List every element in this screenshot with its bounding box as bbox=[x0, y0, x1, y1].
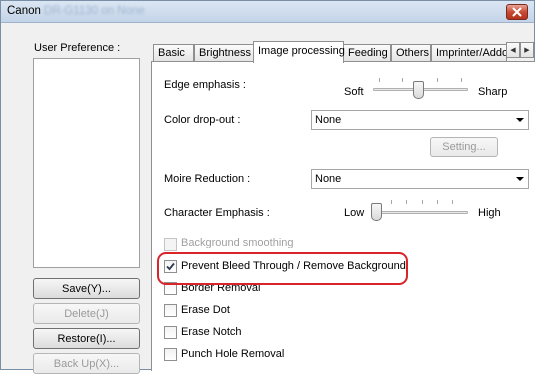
tab-image-processing[interactable]: Image processing bbox=[253, 41, 345, 63]
close-button[interactable] bbox=[506, 4, 528, 20]
character-emphasis-min-label: Low bbox=[344, 207, 365, 219]
erase-notch-checkbox[interactable] bbox=[164, 326, 177, 339]
window-title-prefix: Canon bbox=[7, 5, 41, 17]
character-emphasis-label: Character Emphasis : bbox=[164, 207, 270, 219]
window-title-blurred: DR-G1130 on None bbox=[43, 5, 145, 17]
tab-scroll: ◀ ▶ bbox=[506, 42, 535, 59]
tab-scroll-right-icon[interactable]: ▶ bbox=[520, 42, 534, 58]
character-emphasis-thumb[interactable] bbox=[371, 203, 382, 221]
background-smoothing-label: Background smoothing bbox=[181, 237, 294, 248]
edge-emphasis-max-label: Sharp bbox=[478, 86, 508, 98]
tab-strip: Basic Brightness Image processing Feedin… bbox=[153, 41, 535, 63]
color-dropout-select[interactable]: None bbox=[311, 110, 529, 130]
tab-others[interactable]: Others bbox=[391, 44, 431, 62]
background-smoothing-checkbox[interactable] bbox=[164, 238, 177, 251]
user-preference-label: User Preference : bbox=[34, 42, 121, 54]
edge-emphasis-thumb[interactable] bbox=[413, 81, 424, 99]
setting-button[interactable]: Setting... bbox=[430, 137, 498, 157]
tab-feeding[interactable]: Feeding bbox=[343, 44, 391, 62]
window-title: Canon DR-G1130 on None bbox=[7, 5, 145, 17]
punch-hole-checkbox[interactable] bbox=[164, 348, 177, 361]
delete-button[interactable]: Delete(J) bbox=[33, 303, 140, 324]
color-dropout-label: Color drop-out : bbox=[164, 114, 241, 126]
backup-button[interactable]: Back Up(X)... bbox=[33, 353, 140, 374]
tab-scroll-left-icon[interactable]: ◀ bbox=[506, 42, 520, 58]
highlight-annotation bbox=[157, 252, 408, 285]
chevron-down-icon bbox=[516, 118, 524, 122]
color-dropout-value: None bbox=[315, 114, 342, 126]
restore-button[interactable]: Restore(I)... bbox=[33, 328, 140, 349]
user-preference-list[interactable] bbox=[33, 58, 140, 268]
chevron-down-icon bbox=[516, 177, 524, 181]
character-emphasis-max-label: High bbox=[478, 207, 501, 219]
punch-hole-label: Punch Hole Removal bbox=[181, 348, 285, 360]
moire-reduction-value: None bbox=[315, 173, 342, 185]
tab-basic[interactable]: Basic bbox=[153, 44, 194, 62]
tab-brightness[interactable]: Brightness bbox=[194, 44, 254, 62]
erase-notch-label: Erase Notch bbox=[181, 326, 242, 338]
tab-imprinter[interactable]: Imprinter/Addo bbox=[431, 44, 507, 62]
edge-emphasis-min-label: Soft bbox=[344, 86, 364, 98]
erase-dot-label: Erase Dot bbox=[181, 304, 230, 316]
erase-dot-checkbox[interactable] bbox=[164, 304, 177, 317]
edge-emphasis-label: Edge emphasis : bbox=[164, 79, 246, 91]
moire-reduction-select[interactable]: None bbox=[311, 169, 529, 189]
title-bar: Canon DR-G1130 on None bbox=[1, 1, 534, 23]
save-button[interactable]: Save(Y)... bbox=[33, 278, 140, 299]
moire-reduction-label: Moire Reduction : bbox=[164, 173, 251, 185]
scanner-settings-window: Canon DR-G1130 on None User Preference : … bbox=[0, 0, 535, 374]
close-icon bbox=[512, 7, 522, 17]
